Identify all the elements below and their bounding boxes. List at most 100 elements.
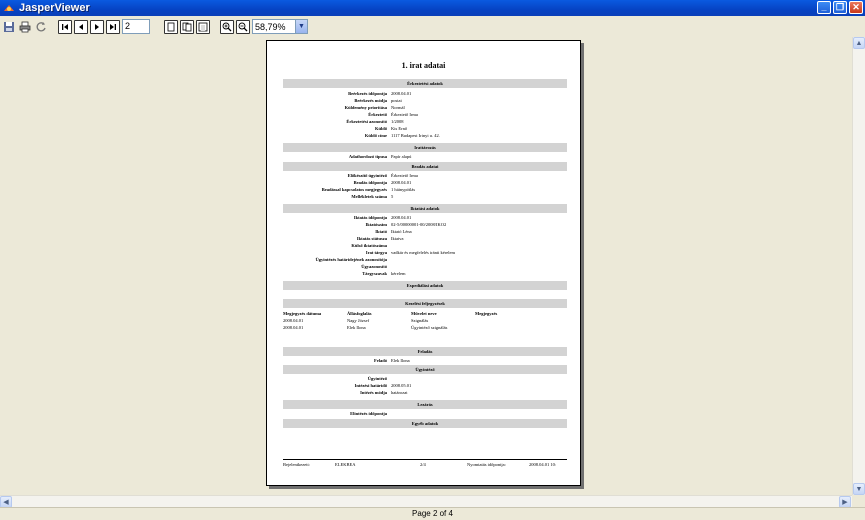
fit-width-button[interactable]	[196, 19, 210, 34]
actual-size-icon	[167, 22, 175, 31]
field-label: Beadás időpontja	[353, 180, 387, 185]
field-label: Irat tárgya	[365, 250, 387, 255]
field-value: 2008.05.01	[391, 383, 412, 388]
save-button[interactable]	[2, 20, 16, 34]
field-label: Küldő	[374, 126, 387, 131]
kezelesi-cell-position: Nagy József	[347, 318, 370, 323]
field-value: vadkár és megfelelés iránti kérelem	[391, 250, 455, 255]
field-label: Ügyazonosító	[361, 264, 387, 269]
field-label: Küldő címe	[364, 133, 387, 138]
field-label: Beérkezés időpontja	[348, 91, 387, 96]
save-icon	[4, 21, 14, 32]
iktatas-row: Iktató Iktató Léna	[283, 229, 567, 235]
kezelesi-header-date: Megjegyzés dátuma	[283, 311, 322, 316]
iktatas-row: Tárgyszavak kérelem	[283, 271, 567, 277]
first-page-button[interactable]	[58, 19, 72, 34]
iktatas-row: Iktatás státusza Iktatva	[283, 236, 567, 242]
beadas-row: Beadás időpontja 2008.04.01	[283, 180, 567, 186]
scroll-up-button[interactable]: ▲	[853, 37, 865, 49]
chevron-down-icon[interactable]: ▼	[295, 20, 307, 33]
field-label: Mellékletek száma	[351, 194, 387, 199]
kezelesi-cell-operation: Szignálás	[411, 318, 429, 323]
report-footer: Bejelentkezett: ELEKBEA 2/4 Nyomtatás id…	[283, 459, 567, 467]
field-label: Iktatás státusza	[356, 236, 387, 241]
field-label: Küldemény prioritása	[344, 105, 387, 110]
fit-width-icon	[198, 22, 208, 31]
field-value: 5	[391, 194, 394, 199]
maximize-button[interactable]: ❐	[833, 1, 847, 14]
scroll-down-button[interactable]: ▼	[853, 483, 865, 495]
last-page-button[interactable]	[106, 19, 120, 34]
field-value: Iktató Léna	[391, 229, 412, 234]
field-value: Iktatva	[391, 236, 404, 241]
report-title: 1. irat adatai	[401, 61, 446, 70]
field-label: Ügyintézés határidejének azonosítója	[315, 257, 388, 262]
field-value: Érkeztető Irma	[391, 112, 418, 117]
kezelesi-cell-date: 2008.04.01	[283, 325, 304, 330]
footer-print-value: 2008.04.01 10:	[529, 462, 557, 467]
jasper-app-icon	[4, 5, 14, 11]
field-label: Érkeztetési azonosító	[346, 119, 387, 124]
erkeztetes-row: Küldő Kis Ernő	[283, 126, 567, 132]
section-egyeb: Egyéb adatok	[283, 419, 567, 428]
field-label: Tárgyszavak	[362, 271, 387, 276]
erkeztetes-row: Érkeztető Érkeztető Irma	[283, 112, 567, 118]
field-label: Beérkezés módja	[354, 98, 387, 103]
erkeztetes-row: Küldő címe 1117 Budapest Irinyi u. 42.	[283, 133, 567, 139]
table-row: 2008.04.01 Nagy József Szignálás	[283, 318, 567, 324]
field-value: határozat	[391, 390, 408, 395]
zoom-in-button[interactable]	[220, 19, 234, 34]
field-value: 2008.04.01	[391, 91, 412, 96]
feladas-row: Feladó Elek Ilona	[283, 358, 567, 364]
zoom-out-button[interactable]	[236, 19, 250, 34]
reload-button[interactable]	[34, 20, 48, 34]
kezelesi-header-row: Megjegyzés dátuma Állásfoglalás Művelet …	[283, 311, 567, 317]
erkeztetes-row: Érkeztetési azonosító 1/2008	[283, 119, 567, 125]
close-button[interactable]: ✕	[849, 1, 863, 14]
ugyintezo-row: Intézési határidő 2008.05.01	[283, 383, 567, 389]
iktatas-row: Iktatószám 02-5/00000001-00/2008/IKO2	[283, 222, 567, 228]
field-value: 02-5/00000001-00/2008/IKO2	[391, 222, 447, 227]
actual-size-button[interactable]	[164, 19, 178, 34]
next-page-button[interactable]	[90, 19, 104, 34]
beadas-row: Mellékletek száma 5	[283, 194, 567, 200]
previous-page-button[interactable]	[74, 19, 88, 34]
erkeztetes-row: Beérkezés időpontja 2008.04.01	[283, 91, 567, 97]
field-value: 1117 Budapest Irinyi u. 42.	[391, 133, 440, 138]
erkeztetes-row: Beérkezés módja postai	[283, 98, 567, 104]
beadas-row: Beadással kapcsolatos megjegyzés 1 hiányp…	[283, 187, 567, 193]
field-value: 2008.04.01	[391, 180, 412, 185]
refresh-icon	[36, 21, 46, 31]
print-button[interactable]	[18, 20, 32, 34]
kezelesi-header-operation: Művelet neve	[411, 311, 437, 316]
kezelesi-header-position: Állásfoglalás	[347, 311, 372, 316]
field-label: Külső iktatószáma	[351, 243, 387, 248]
iktatas-row: Ügyintézés határidejének azonosítója	[283, 257, 567, 263]
section-irattarozas: Irattározás	[283, 143, 567, 152]
beadas-row: Előkészítő ügyintéző Érkeztető Irma	[283, 173, 567, 179]
horizontal-scrollbar[interactable]: ◀ ▶	[0, 495, 852, 508]
next-page-icon	[95, 23, 99, 30]
iktatas-row: Ügyazonosító	[283, 264, 567, 270]
irattarozas-row: Adathordozó típusa Papír alapú	[283, 154, 567, 160]
window-title-bar[interactable]: JasperViewer _ ❐ ✕	[0, 0, 865, 16]
field-value: Érkeztető Irma	[391, 173, 418, 178]
minimize-button[interactable]: _	[817, 1, 831, 14]
field-value: Kis Ernő	[391, 126, 408, 131]
field-value: 1/2008	[391, 119, 404, 124]
footer-login-value: ELEKBEA	[335, 462, 356, 467]
status-bar: Page 2 of 4	[0, 507, 865, 520]
page-number-input[interactable]: 2	[122, 19, 150, 34]
erkeztetes-row: Küldemény prioritása Normál	[283, 105, 567, 111]
zoom-select[interactable]: 58,79% ▼	[252, 19, 308, 34]
footer-print-label: Nyomtatás időpontja:	[467, 462, 506, 467]
footer-login-label: Bejelentkezett:	[283, 462, 310, 467]
vertical-scrollbar[interactable]: ▲ ▼	[852, 37, 865, 495]
field-label: Intézési határidő	[354, 383, 387, 388]
print-icon	[19, 21, 31, 32]
first-page-icon	[62, 23, 68, 30]
ugyintezo-row: Ügyintéző	[283, 376, 567, 382]
fit-page-icon	[182, 22, 192, 31]
section-expedialas: Expediálási adatok	[283, 281, 567, 290]
fit-page-button[interactable]	[180, 19, 194, 34]
